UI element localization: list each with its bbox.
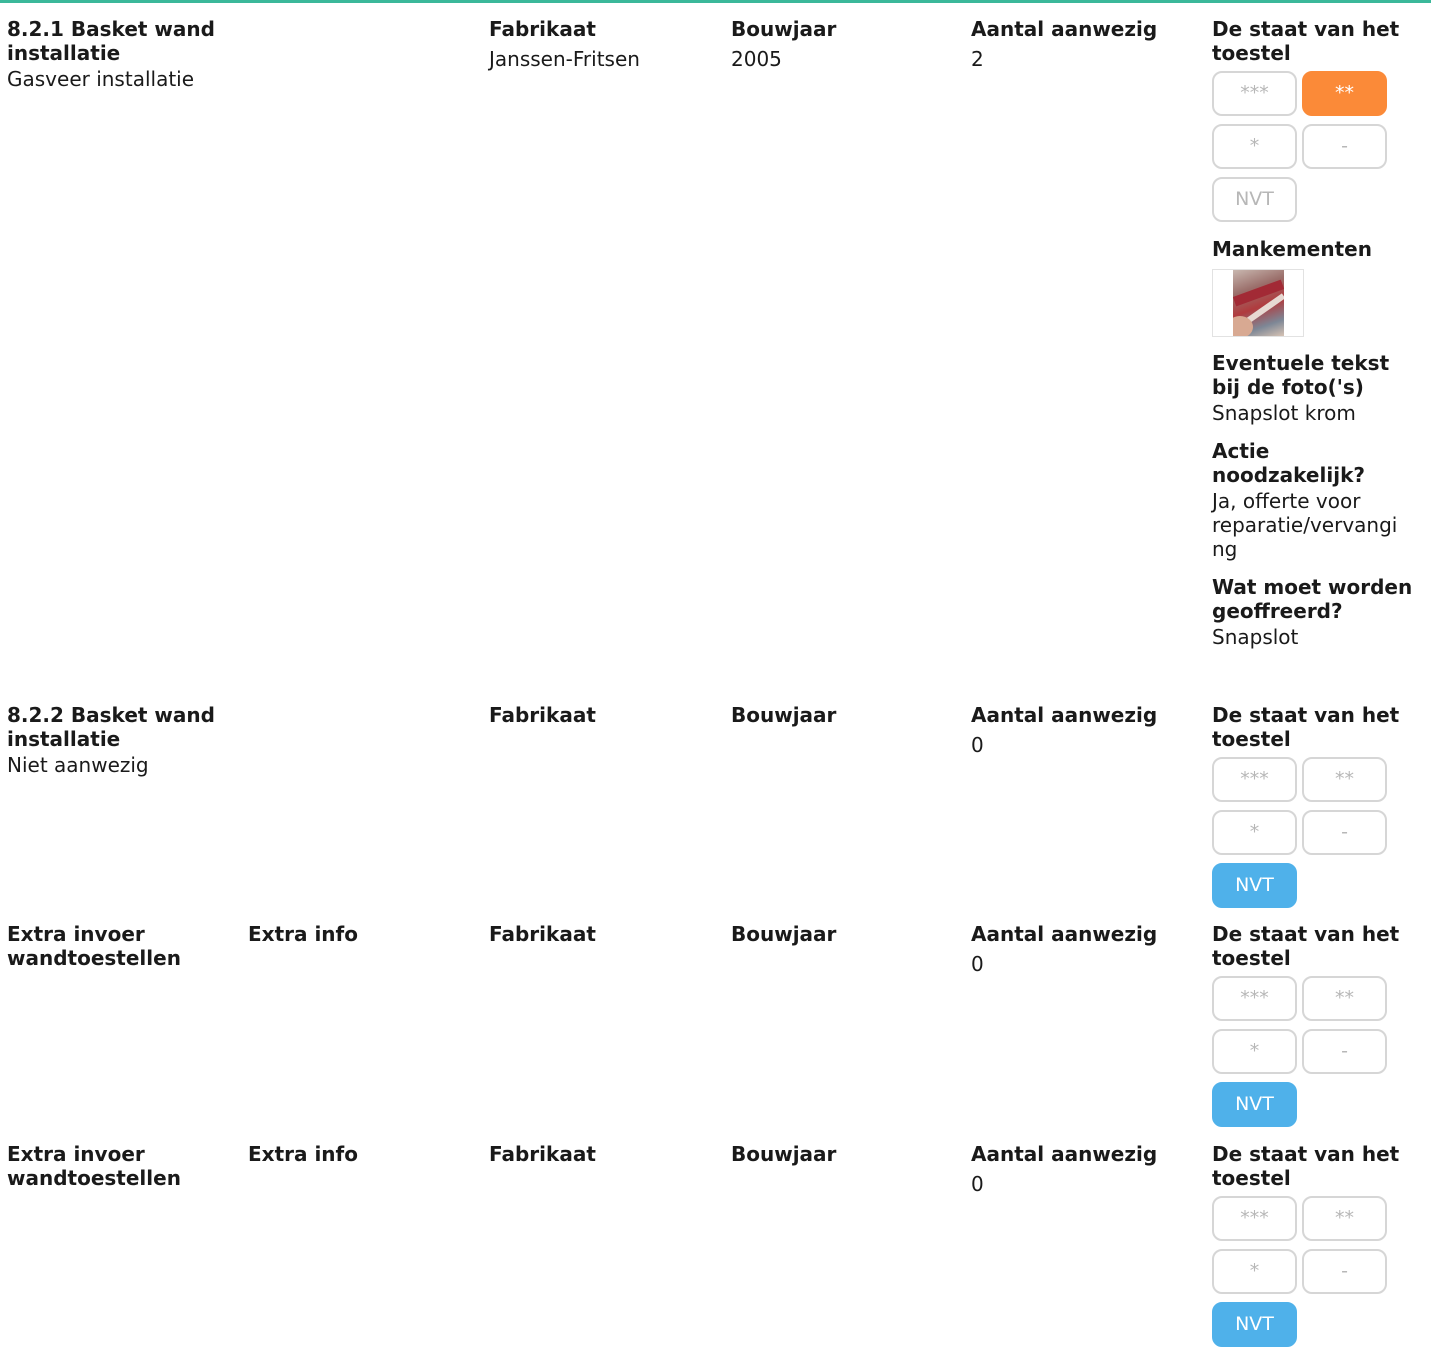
- rating-button-dash[interactable]: -: [1302, 1249, 1387, 1294]
- aantal-label: Aantal aanwezig: [971, 703, 1158, 727]
- rating-button-dash[interactable]: -: [1302, 1029, 1387, 1074]
- fabrikaat-cell: Fabrikaat: [489, 1142, 709, 1172]
- item-title: 8.2.2 Basket wand installatie: [7, 703, 215, 751]
- photo-thumbnail-icon: [1233, 270, 1284, 336]
- bouwjaar-label: Bouwjaar: [731, 703, 837, 727]
- item-title: Extra invoer wandtoestellen: [7, 922, 181, 970]
- fabrikaat-cell: Fabrikaat: [489, 922, 709, 952]
- extra-info-label: Extra info: [248, 1142, 358, 1166]
- rating-button-nvt[interactable]: NVT: [1212, 863, 1297, 908]
- fabrikaat-label: Fabrikaat: [489, 703, 596, 727]
- bouwjaar-value: 2005: [731, 47, 782, 71]
- rating-buttons: *** *** -NVT: [1212, 976, 1402, 1135]
- item-title-cell: Extra invoer wandtoestellen: [7, 922, 227, 970]
- aantal-label: Aantal aanwezig: [971, 17, 1158, 41]
- foto-tekst-label: Eventuele tekst bij de foto('s): [1212, 351, 1390, 399]
- rating-button-1-star[interactable]: *: [1212, 124, 1297, 169]
- staat-cell: De staat van het toestel *** *** -NVT: [1212, 922, 1422, 1135]
- mankementen-label: Mankementen: [1212, 237, 1372, 261]
- item-title-cell: 8.2.1 Basket wand installatie Gasveer in…: [7, 17, 227, 91]
- rating-buttons: *** *** -NVT: [1212, 757, 1402, 916]
- aantal-label: Aantal aanwezig: [971, 1142, 1158, 1166]
- offreren-label: Wat moet worden geoffreerd?: [1212, 575, 1413, 623]
- item-title: Extra invoer wandtoestellen: [7, 1142, 181, 1190]
- rating-button-3-stars[interactable]: ***: [1212, 976, 1297, 1021]
- rating-buttons: *** *** -NVT: [1212, 71, 1402, 230]
- mankementen-photo[interactable]: [1212, 269, 1304, 337]
- rating-button-1-star[interactable]: *: [1212, 1249, 1297, 1294]
- rating-button-1-star[interactable]: *: [1212, 1029, 1297, 1074]
- extra-info-label: Extra info: [248, 922, 358, 946]
- aantal-value: 0: [971, 733, 984, 757]
- staat-cell: De staat van het toestel *** *** -NVT: [1212, 703, 1422, 916]
- rating-button-nvt[interactable]: NVT: [1212, 177, 1297, 222]
- item-title: 8.2.1 Basket wand installatie: [7, 17, 215, 65]
- staat-label: De staat van het toestel: [1212, 703, 1400, 751]
- aantal-cell: Aantal aanwezig 0: [971, 922, 1196, 976]
- rating-button-2-stars[interactable]: **: [1302, 757, 1387, 802]
- bouwjaar-cell: Bouwjaar 2005: [731, 17, 951, 71]
- bouwjaar-cell: Bouwjaar: [731, 922, 951, 952]
- top-accent-line: [0, 0, 1431, 3]
- staat-label: De staat van het toestel: [1212, 1142, 1400, 1190]
- offreren-value: Snapslot: [1212, 625, 1299, 649]
- rating-button-3-stars[interactable]: ***: [1212, 71, 1297, 116]
- rating-button-nvt[interactable]: NVT: [1212, 1082, 1297, 1127]
- rating-button-2-stars[interactable]: **: [1302, 976, 1387, 1021]
- extra-info-cell: Extra info: [248, 922, 468, 952]
- item-title-cell: 8.2.2 Basket wand installatie Niet aanwe…: [7, 703, 227, 777]
- aantal-cell: Aantal aanwezig 2: [971, 17, 1196, 71]
- item-title-cell: Extra invoer wandtoestellen: [7, 1142, 227, 1190]
- staat-cell: De staat van het toestel *** *** -NVT: [1212, 1142, 1422, 1355]
- rating-button-dash[interactable]: -: [1302, 124, 1387, 169]
- rating-buttons: *** *** -NVT: [1212, 1196, 1402, 1355]
- fabrikaat-cell: Fabrikaat Janssen-Fritsen: [489, 17, 709, 71]
- rating-button-2-stars[interactable]: **: [1302, 71, 1387, 116]
- aantal-cell: Aantal aanwezig 0: [971, 703, 1196, 757]
- fabrikaat-label: Fabrikaat: [489, 922, 596, 946]
- rating-button-1-star[interactable]: *: [1212, 810, 1297, 855]
- fabrikaat-label: Fabrikaat: [489, 17, 596, 41]
- aantal-label: Aantal aanwezig: [971, 922, 1158, 946]
- rating-button-2-stars[interactable]: **: [1302, 1196, 1387, 1241]
- rating-button-dash[interactable]: -: [1302, 810, 1387, 855]
- actie-value: Ja, offerte voor reparatie/vervangi ng: [1212, 489, 1398, 561]
- aantal-cell: Aantal aanwezig 0: [971, 1142, 1196, 1196]
- item-subtitle: Niet aanwezig: [7, 753, 149, 777]
- bouwjaar-cell: Bouwjaar: [731, 1142, 951, 1172]
- aantal-value: 0: [971, 1172, 984, 1196]
- fabrikaat-value: Janssen-Fritsen: [489, 47, 640, 71]
- aantal-value: 0: [971, 952, 984, 976]
- rating-button-3-stars[interactable]: ***: [1212, 757, 1297, 802]
- bouwjaar-label: Bouwjaar: [731, 1142, 837, 1166]
- rating-button-nvt[interactable]: NVT: [1212, 1302, 1297, 1347]
- bouwjaar-label: Bouwjaar: [731, 922, 837, 946]
- rating-button-3-stars[interactable]: ***: [1212, 1196, 1297, 1241]
- foto-tekst-value: Snapslot krom: [1212, 401, 1356, 425]
- extra-info-cell: Extra info: [248, 1142, 468, 1172]
- fabrikaat-cell: Fabrikaat: [489, 703, 709, 733]
- staat-label: De staat van het toestel: [1212, 17, 1400, 65]
- bouwjaar-cell: Bouwjaar: [731, 703, 951, 733]
- item-subtitle: Gasveer installatie: [7, 67, 195, 91]
- staat-label: De staat van het toestel: [1212, 922, 1400, 970]
- fabrikaat-label: Fabrikaat: [489, 1142, 596, 1166]
- bouwjaar-label: Bouwjaar: [731, 17, 837, 41]
- staat-cell: De staat van het toestel *** *** -NVT Mank…: [1212, 17, 1422, 649]
- actie-label: Actie noodzakelijk?: [1212, 439, 1365, 487]
- aantal-value: 2: [971, 47, 984, 71]
